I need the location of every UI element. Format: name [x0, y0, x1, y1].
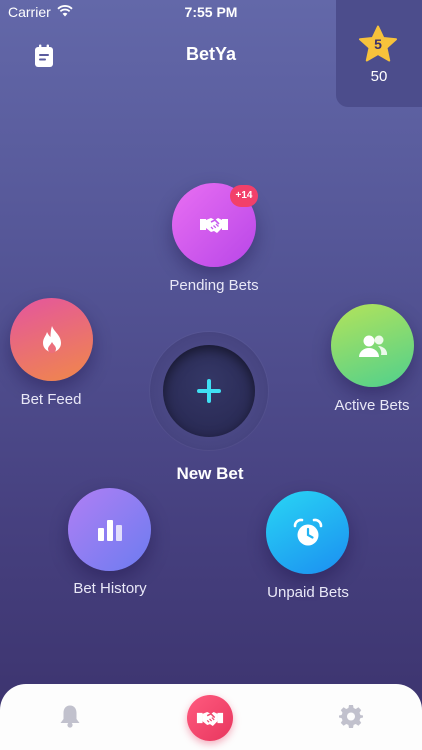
- new-bet-label: New Bet: [176, 464, 244, 483]
- points-value: 50: [370, 68, 388, 85]
- pending-count-badge: +14: [230, 185, 258, 207]
- tab-bar: [0, 684, 422, 750]
- points-panel[interactable]: 5 50: [336, 0, 422, 107]
- handshake-tab-button[interactable]: [187, 695, 233, 741]
- bet-history-button[interactable]: [68, 488, 151, 571]
- new-bet-button[interactable]: [163, 345, 255, 437]
- gear-icon[interactable]: [339, 704, 363, 728]
- flame-icon: [42, 325, 61, 353]
- active-bets-label: Active Bets: [334, 397, 410, 414]
- users-icon: [358, 335, 387, 357]
- unpaid-bets-button[interactable]: [266, 491, 349, 574]
- handshake-icon: [200, 218, 228, 233]
- active-bets-button[interactable]: [331, 304, 414, 387]
- bet-feed-button[interactable]: [10, 298, 93, 381]
- alarm-clock-icon: [293, 518, 322, 545]
- bet-feed-label: Bet Feed: [20, 391, 82, 408]
- star-level: 5: [374, 36, 382, 52]
- plus-icon: [197, 379, 221, 403]
- bet-history-label: Bet History: [73, 580, 147, 597]
- bar-chart-icon: [97, 519, 122, 541]
- unpaid-bets-label: Unpaid Bets: [267, 584, 349, 601]
- pending-bets-label: Pending Bets: [169, 277, 259, 294]
- handshake-icon: [196, 711, 224, 726]
- bell-icon[interactable]: [59, 704, 81, 728]
